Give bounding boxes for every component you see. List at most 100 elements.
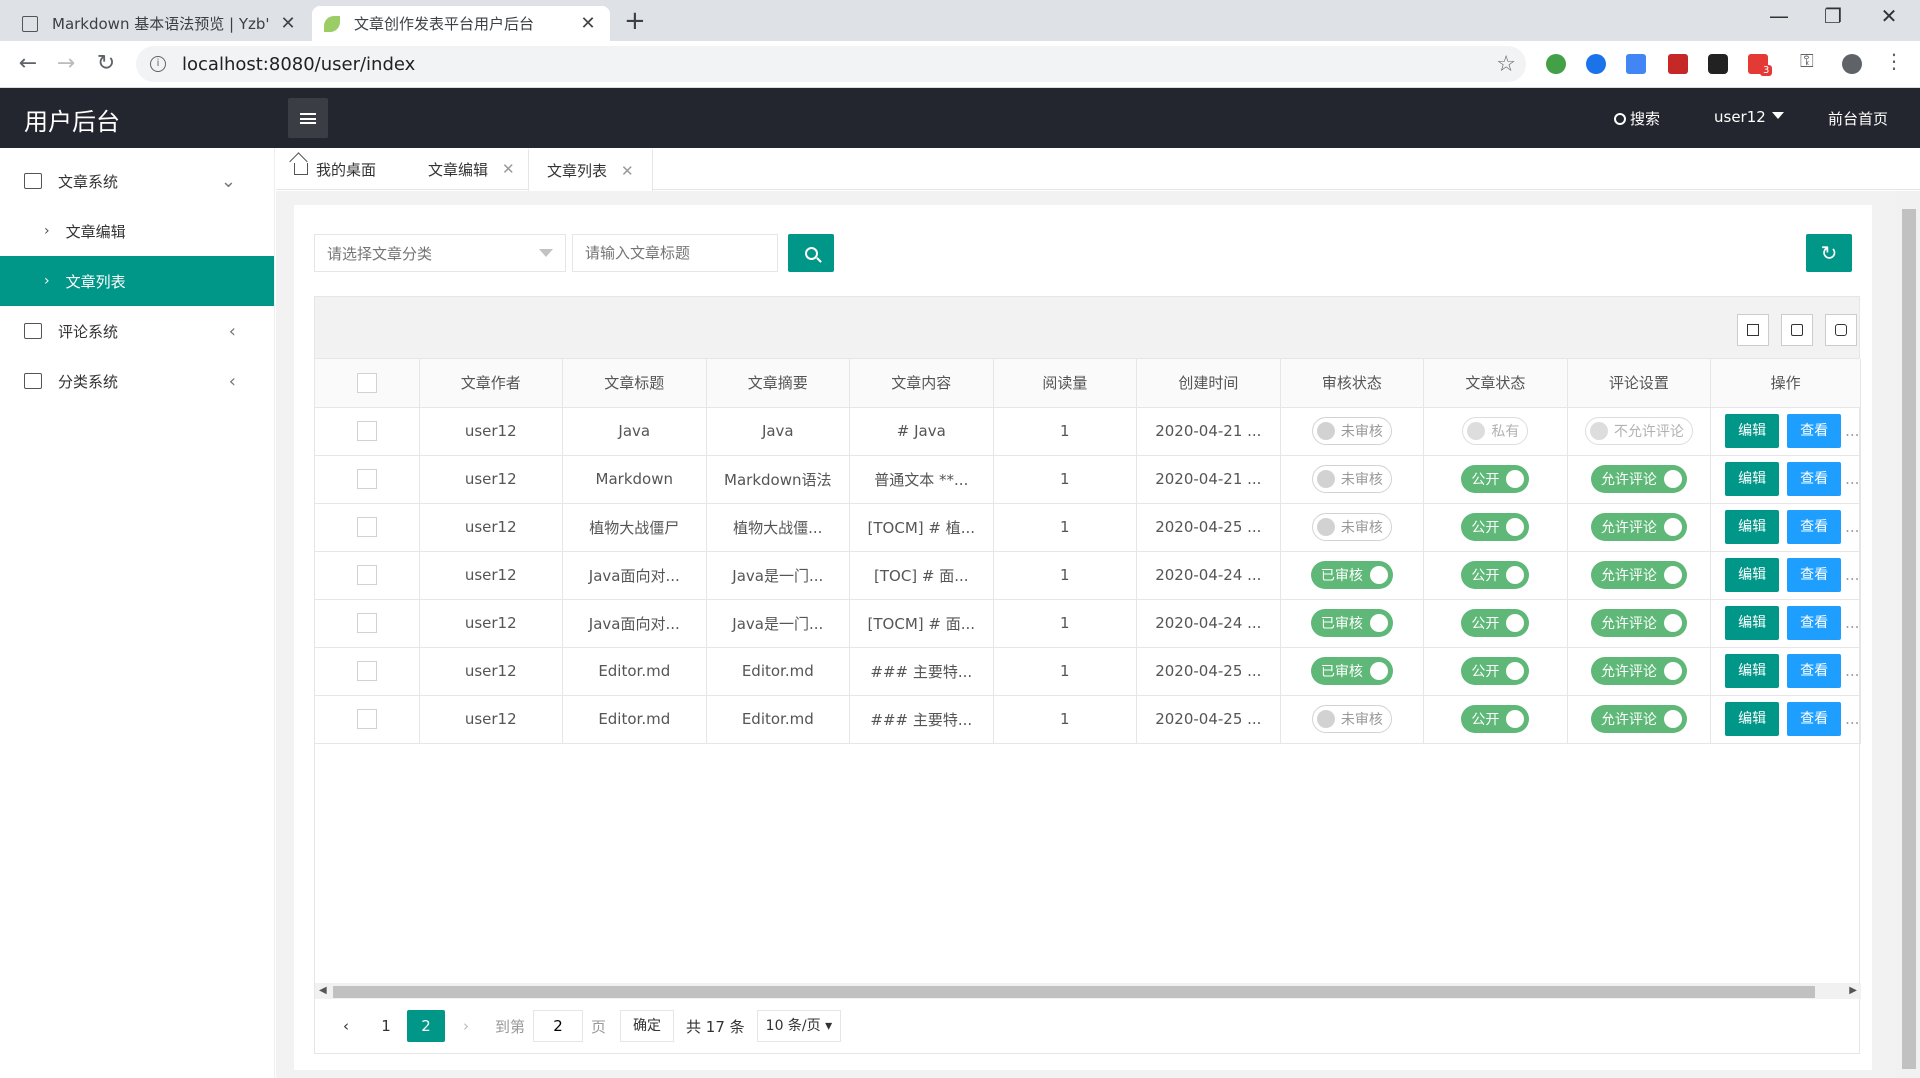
close-icon[interactable]: ✕ xyxy=(578,13,598,34)
status-switch[interactable]: 公开 xyxy=(1461,561,1530,589)
edit-button[interactable]: 编辑 xyxy=(1725,510,1780,544)
print-button[interactable] xyxy=(1825,314,1857,346)
row-checkbox[interactable] xyxy=(356,613,377,633)
audit-switch[interactable]: 未审核 xyxy=(1311,705,1392,733)
reload-icon[interactable]: ↻ xyxy=(92,51,120,77)
url-field[interactable]: i localhost:8080/user/index ☆ xyxy=(136,46,1526,82)
key-icon[interactable]: ⚿ xyxy=(1800,51,1820,72)
info-icon[interactable]: i xyxy=(150,56,166,72)
status-switch[interactable]: 公开 xyxy=(1461,465,1530,493)
extension-globe-icon[interactable] xyxy=(1546,54,1566,74)
view-button[interactable]: 查看 xyxy=(1787,702,1842,736)
bookmark-star-icon[interactable]: ☆ xyxy=(1496,52,1516,77)
more-menu-icon[interactable]: ⋮ xyxy=(1884,49,1904,73)
columns-filter-button[interactable] xyxy=(1737,314,1769,346)
comment-switch[interactable]: 允许评论 xyxy=(1590,609,1687,637)
row-checkbox[interactable] xyxy=(356,565,377,585)
audit-switch[interactable]: 已审核 xyxy=(1310,561,1393,589)
close-icon[interactable]: ✕ xyxy=(621,162,634,180)
refresh-button[interactable]: ↻ xyxy=(1806,234,1852,272)
goto-confirm-button[interactable]: 确定 xyxy=(620,1010,675,1042)
comment-switch[interactable]: 允许评论 xyxy=(1590,513,1687,541)
status-switch[interactable]: 公开 xyxy=(1461,513,1530,541)
page-vertical-scrollbar[interactable] xyxy=(1896,191,1920,1078)
audit-switch[interactable]: 未审核 xyxy=(1311,513,1392,541)
column-header[interactable]: 文章作者 xyxy=(419,359,564,408)
maximize-icon[interactable]: ❐ xyxy=(1818,4,1848,28)
status-switch[interactable]: 公开 xyxy=(1461,657,1530,685)
column-header[interactable]: 文章状态 xyxy=(1423,359,1568,408)
browser-tab-markdown[interactable]: Markdown 基本语法预览 | Yzb' ✕ xyxy=(10,6,310,41)
category-select[interactable]: 请选择文章分类 xyxy=(314,234,566,272)
sidebar-item-article-list[interactable]: › 文章列表 xyxy=(0,256,274,306)
view-button[interactable]: 查看 xyxy=(1787,414,1842,448)
edit-button[interactable]: 编辑 xyxy=(1725,702,1780,736)
extension-owl-icon[interactable] xyxy=(1708,54,1728,74)
edit-button[interactable]: 编辑 xyxy=(1725,414,1780,448)
comment-switch[interactable]: 允许评论 xyxy=(1590,465,1687,493)
menu-toggle-button[interactable] xyxy=(288,98,328,138)
audit-switch[interactable]: 已审核 xyxy=(1310,657,1393,685)
sidebar-item-comment-system[interactable]: 评论系统 ‹ xyxy=(0,306,274,356)
tab-article-edit[interactable]: 文章编辑 ✕ xyxy=(410,148,533,190)
column-header[interactable]: 文章标题 xyxy=(562,359,707,408)
scrollbar-thumb[interactable] xyxy=(1902,209,1916,1069)
view-button[interactable]: 查看 xyxy=(1787,558,1842,592)
row-checkbox[interactable] xyxy=(356,421,377,441)
edit-button[interactable]: 编辑 xyxy=(1725,654,1780,688)
column-header[interactable]: 文章摘要 xyxy=(706,359,851,408)
tab-desktop[interactable]: 我的桌面 xyxy=(276,148,394,190)
page-link-current[interactable]: 2 xyxy=(407,1010,445,1042)
tab-article-list[interactable]: 文章列表 ✕ xyxy=(528,148,653,191)
row-checkbox[interactable] xyxy=(356,709,377,729)
audit-switch[interactable]: 未审核 xyxy=(1311,465,1392,493)
front-home-link[interactable]: 前台首页 xyxy=(1828,108,1888,129)
prev-page-icon[interactable]: ‹ xyxy=(327,1010,365,1042)
goto-page-input[interactable] xyxy=(533,1010,584,1042)
scroll-right-icon[interactable]: ▶ xyxy=(1849,983,1857,999)
ublock-icon[interactable] xyxy=(1668,54,1688,74)
edit-button[interactable]: 编辑 xyxy=(1725,462,1780,496)
page-size-select[interactable]: 10 条/页 ▾ xyxy=(756,1010,842,1042)
row-checkbox[interactable] xyxy=(356,517,377,537)
scrollbar-thumb[interactable] xyxy=(333,986,1815,998)
column-header[interactable]: 文章内容 xyxy=(849,359,994,408)
comment-switch[interactable]: 不允许评论 xyxy=(1584,417,1693,445)
view-button[interactable]: 查看 xyxy=(1787,606,1842,640)
minimize-icon[interactable]: — xyxy=(1764,4,1794,28)
close-icon[interactable]: ✕ xyxy=(278,13,298,34)
column-header[interactable]: 创建时间 xyxy=(1136,359,1281,408)
search-link[interactable]: 搜索 xyxy=(1614,108,1660,129)
horizontal-scrollbar[interactable]: ◀ ▶ xyxy=(315,983,1861,999)
sidebar-item-article-edit[interactable]: › 文章编辑 xyxy=(0,206,274,256)
row-checkbox[interactable] xyxy=(356,661,377,681)
status-switch[interactable]: 私有 xyxy=(1462,417,1529,445)
window-close-icon[interactable]: ✕ xyxy=(1874,4,1904,28)
column-header[interactable]: 评论设置 xyxy=(1567,359,1712,408)
forward-icon[interactable]: → xyxy=(52,51,80,77)
column-header[interactable]: 审核状态 xyxy=(1280,359,1425,408)
back-icon[interactable]: ← xyxy=(14,51,42,77)
view-button[interactable]: 查看 xyxy=(1787,510,1842,544)
sidebar-item-article-system[interactable]: 文章系统 ⌄ xyxy=(0,156,274,206)
comment-switch[interactable]: 允许评论 xyxy=(1590,705,1687,733)
comment-switch[interactable]: 允许评论 xyxy=(1590,657,1687,685)
audit-switch[interactable]: 未审核 xyxy=(1311,417,1392,445)
select-all-checkbox[interactable] xyxy=(356,372,377,393)
column-header[interactable]: 阅读量 xyxy=(993,359,1138,408)
profile-icon[interactable] xyxy=(1842,54,1862,74)
title-search-input[interactable] xyxy=(572,234,778,272)
status-switch[interactable]: 公开 xyxy=(1461,609,1530,637)
scroll-left-icon[interactable]: ◀ xyxy=(319,983,327,999)
browser-tab-admin[interactable]: 文章创作发表平台用户后台 ✕ xyxy=(312,6,610,41)
user-menu[interactable]: user12 xyxy=(1714,108,1784,126)
search-button[interactable] xyxy=(788,234,834,272)
view-button[interactable]: 查看 xyxy=(1787,654,1842,688)
view-button[interactable]: 查看 xyxy=(1787,462,1842,496)
page-link[interactable]: 1 xyxy=(367,1010,405,1042)
audit-switch[interactable]: 已审核 xyxy=(1310,609,1393,637)
close-icon[interactable]: ✕ xyxy=(502,160,515,178)
new-tab-icon[interactable]: + xyxy=(624,6,646,36)
row-checkbox[interactable] xyxy=(356,469,377,489)
extension-chat-icon[interactable] xyxy=(1586,54,1606,74)
